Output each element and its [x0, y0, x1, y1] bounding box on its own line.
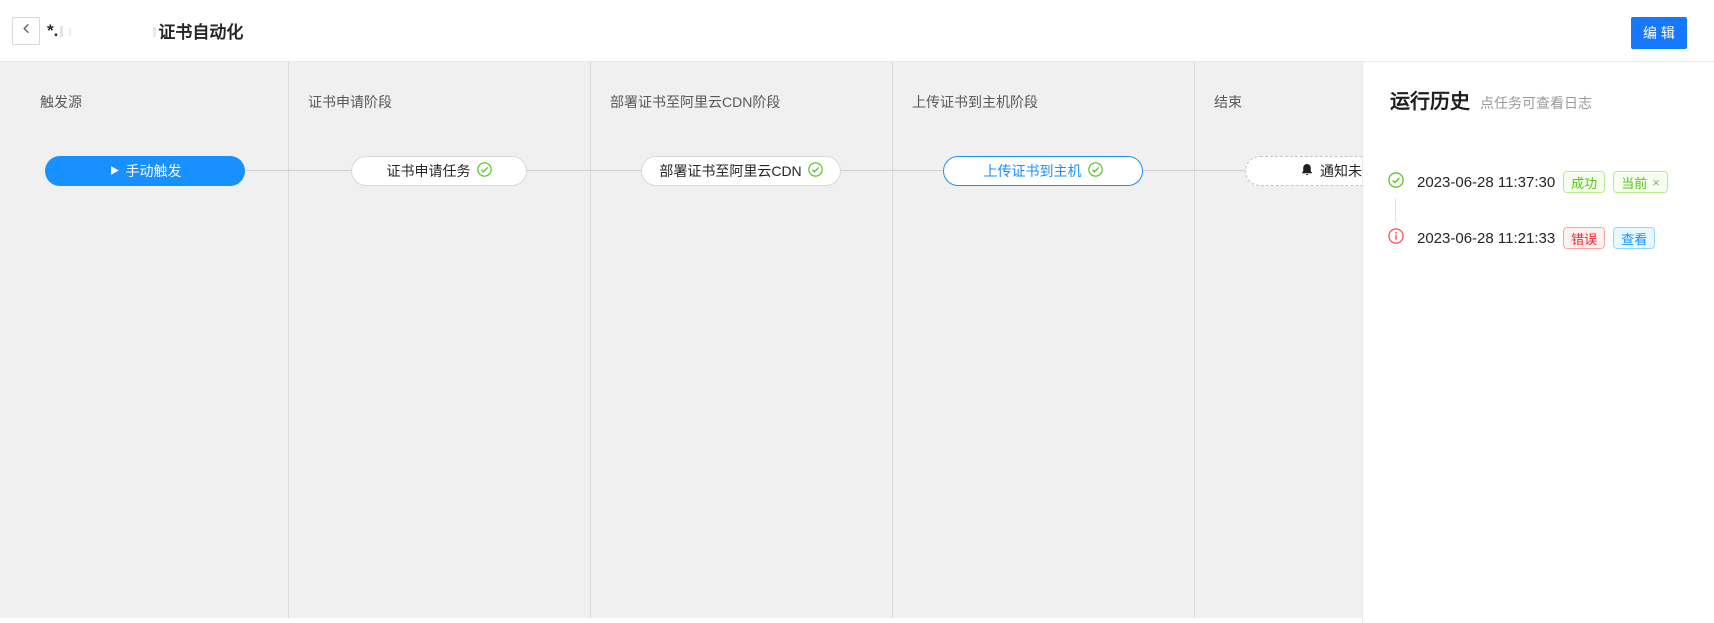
- run-timestamp: 2023-06-28 11:37:30: [1417, 174, 1555, 191]
- stage-label-deploy-cdn: 部署证书至阿里云CDN阶段: [610, 92, 780, 112]
- check-circle-icon: [1388, 172, 1404, 193]
- view-log-badge[interactable]: 查看: [1613, 227, 1655, 249]
- stage-label-cert-request: 证书申请阶段: [308, 92, 392, 112]
- upload-host-task-node[interactable]: 上传证书到主机: [943, 156, 1143, 186]
- run-timestamp: 2023-06-28 11:21:33: [1417, 230, 1555, 247]
- back-button[interactable]: [12, 17, 40, 45]
- page-title-suffix: 证书自动化: [158, 18, 243, 43]
- run-entry[interactable]: 2023-06-28 11:21:33 错误 查看: [1388, 226, 1655, 250]
- timeline-connector: [1395, 198, 1396, 222]
- node-label: 证书申请任务: [387, 161, 471, 181]
- info-circle-icon: [1388, 228, 1404, 249]
- check-circle-icon: [477, 162, 492, 180]
- close-icon[interactable]: ×: [1652, 175, 1660, 190]
- column-divider: [288, 62, 289, 618]
- current-run-badge: 当前 ×: [1613, 171, 1668, 193]
- column-divider: [1194, 62, 1195, 618]
- stage-label-end: 结束: [1214, 92, 1242, 112]
- run-history-header: 运行历史 点任务可查看日志: [1390, 85, 1592, 114]
- cert-request-task-node[interactable]: 证书申请任务: [351, 156, 527, 186]
- title-redacted-segment: [58, 22, 158, 40]
- bell-icon: [1300, 163, 1314, 180]
- run-history-title: 运行历史: [1390, 85, 1470, 114]
- check-circle-icon: [808, 162, 823, 180]
- node-label: 手动触发: [126, 161, 182, 181]
- stage-label-upload-host: 上传证书到主机阶段: [912, 92, 1038, 112]
- deploy-cdn-task-node[interactable]: 部署证书至阿里云CDN: [641, 156, 841, 186]
- run-history-panel: 运行历史 点任务可查看日志 2023-06-28 11:37:30 成功 当前 …: [1362, 62, 1714, 623]
- run-entry[interactable]: 2023-06-28 11:37:30 成功 当前 ×: [1388, 170, 1668, 194]
- page-title: *. 证书自动化: [47, 0, 243, 61]
- page-title-prefix: *.: [47, 21, 58, 41]
- node-label: 部署证书至阿里云CDN: [659, 161, 801, 181]
- edit-button[interactable]: 编 辑: [1631, 17, 1687, 49]
- check-circle-icon: [1088, 162, 1103, 180]
- column-divider: [590, 62, 591, 618]
- column-divider: [892, 62, 893, 618]
- status-badge-success: 成功: [1563, 171, 1605, 193]
- manual-trigger-node[interactable]: 手动触发: [45, 156, 245, 186]
- node-label: 上传证书到主机: [984, 161, 1082, 181]
- page-header: *. 证书自动化 编 辑: [0, 0, 1714, 62]
- play-icon: [109, 163, 120, 179]
- chevron-left-icon: [20, 22, 33, 40]
- run-history-subtitle: 点任务可查看日志: [1480, 93, 1592, 113]
- status-badge-error: 错误: [1563, 227, 1605, 249]
- stage-label-trigger: 触发源: [40, 92, 82, 112]
